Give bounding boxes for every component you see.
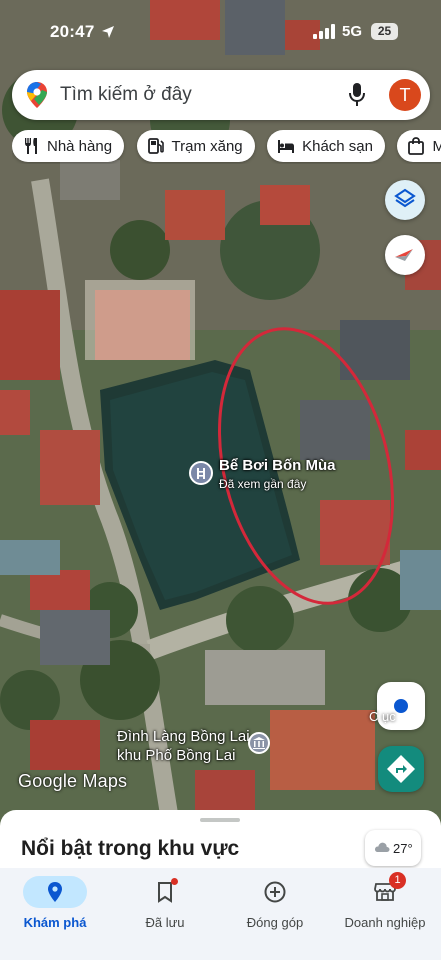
sheet-heading: Nổi bật trong khu vực <box>21 837 240 860</box>
chip-restaurants[interactable]: Nhà hàng <box>12 130 125 162</box>
chip-shopping[interactable]: Mua sắ <box>397 130 441 162</box>
weather-chip[interactable]: 27° <box>365 830 421 866</box>
location-arrow-icon <box>102 26 114 38</box>
add-circle-icon <box>264 881 286 903</box>
chip-label: Nhà hàng <box>47 137 113 155</box>
chip-gas-stations[interactable]: Trạm xăng <box>136 130 255 162</box>
place-name-line1: Đình Làng Bồng Lai <box>117 728 250 745</box>
compass-icon <box>395 249 413 261</box>
google-maps-pin-icon <box>27 82 47 108</box>
landmark-glyph <box>253 737 265 749</box>
status-bar: 20:47 5G 25 <box>0 0 441 62</box>
battery-indicator: 25 <box>371 23 398 40</box>
nav-label: Doanh nghiệp <box>344 915 426 930</box>
chip-hotels[interactable]: Khách sạn <box>267 130 385 162</box>
landmark-icon[interactable] <box>248 732 270 754</box>
nav-icon-wrap <box>23 876 87 908</box>
sheet-drag-handle[interactable] <box>200 818 240 822</box>
nav-business[interactable]: 1 Doanh nghiệp <box>330 872 440 942</box>
explore-pin-icon <box>48 882 62 902</box>
layers-icon <box>394 188 416 208</box>
directions-button[interactable] <box>378 746 424 792</box>
signal-bars-icon <box>313 24 335 39</box>
poi-name[interactable]: Bể Bơi Bốn Mùa <box>219 457 336 474</box>
nav-icon-wrap: 1 <box>353 872 417 908</box>
place-label[interactable]: Đình Làng Bồng Lai khu Phố Bồng Lai <box>117 727 250 765</box>
category-chips: Nhà hàng Trạm xăng Khách sạn Mua sắ <box>12 130 441 164</box>
directions-icon <box>387 755 415 783</box>
nav-saved[interactable]: Đã lưu <box>110 872 220 942</box>
google-maps-attribution: Google Maps <box>18 771 128 791</box>
chip-label: Trạm xăng <box>171 137 243 155</box>
nav-contribute[interactable]: Đóng góp <box>220 872 330 942</box>
restaurant-icon <box>25 138 37 154</box>
nav-label: Khám phá <box>23 915 87 930</box>
nav-icon-wrap <box>243 876 307 908</box>
nav-explore[interactable]: Khám phá <box>0 872 110 942</box>
notification-badge: 1 <box>389 872 406 889</box>
microphone-icon[interactable] <box>347 82 367 108</box>
temperature: 27° <box>393 841 413 856</box>
compass-button[interactable] <box>385 235 425 275</box>
poi-subtitle: Đã xem gần đây <box>219 477 307 491</box>
chip-label: Khách sạn <box>302 137 373 155</box>
layers-button[interactable] <box>385 180 425 220</box>
account-avatar[interactable]: T <box>389 79 421 111</box>
nav-icon-wrap <box>133 876 197 908</box>
partial-map-label: C ục <box>369 709 396 724</box>
nav-label: Đã lưu <box>145 915 185 930</box>
search-bar[interactable]: T <box>12 70 430 120</box>
status-time: 20:47 <box>50 22 95 41</box>
cloud-icon <box>374 842 390 852</box>
notification-dot <box>171 878 178 885</box>
network-type: 5G <box>342 23 363 40</box>
place-name-line2: khu Phố Bồng Lai <box>117 747 236 764</box>
nav-label: Đóng góp <box>246 915 304 930</box>
swimming-pool-poi-icon[interactable] <box>189 461 213 485</box>
gas-station-icon <box>147 138 164 154</box>
chip-label: Mua sắ <box>432 137 441 155</box>
bottom-navigation: Khám phá Đã lưu Đóng góp 1 Doanh nghiệp <box>0 868 441 960</box>
pool-icon <box>197 468 205 479</box>
shopping-bag-icon <box>408 137 425 155</box>
search-input[interactable] <box>60 80 340 110</box>
hotel-icon <box>278 140 295 153</box>
